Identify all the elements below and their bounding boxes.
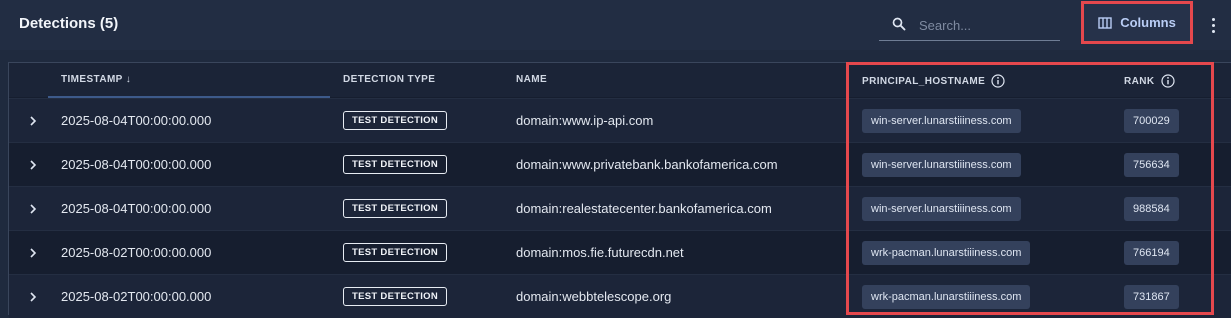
header-bar: Detections (5) Columns (0, 0, 1231, 50)
detection-type-badge: TEST DETECTION (343, 243, 448, 262)
chevron-right-icon[interactable] (28, 291, 38, 303)
rank-chip[interactable]: 766194 (1124, 241, 1179, 265)
chevron-right-icon[interactable] (28, 247, 38, 259)
more-options-icon[interactable] (1205, 14, 1221, 36)
column-header-principal-hostname[interactable]: PRINCIPAL_HOSTNAME (862, 74, 1005, 88)
rank-chip[interactable]: 756634 (1124, 153, 1179, 177)
table-row[interactable]: 2025-08-04T00:00:00.000 TEST DETECTION d… (9, 186, 1231, 230)
columns-icon (1098, 16, 1112, 29)
search-icon (892, 17, 906, 31)
column-header-rank[interactable]: RANK (1124, 74, 1175, 88)
hostname-chip[interactable]: win-server.lunarstiiiness.com (862, 197, 1021, 221)
chevron-right-icon[interactable] (28, 115, 38, 127)
hostname-chip[interactable]: win-server.lunarstiiiness.com (862, 109, 1021, 133)
timestamp-cell: 2025-08-04T00:00:00.000 (61, 113, 212, 128)
search-box[interactable] (879, 12, 1060, 41)
timestamp-cell: 2025-08-04T00:00:00.000 (61, 157, 212, 172)
name-cell: domain:www.privatebank.bankofamerica.com (516, 157, 778, 172)
timestamp-cell: 2025-08-02T00:00:00.000 (61, 245, 212, 260)
name-cell: domain:webbtelescope.org (516, 289, 672, 304)
detections-table: TIMESTAMP ↓ DETECTION TYPE NAME PRINCIPA… (8, 62, 1231, 318)
detection-type-badge: TEST DETECTION (343, 199, 448, 218)
table-row[interactable]: 2025-08-04T00:00:00.000 TEST DETECTION d… (9, 142, 1231, 186)
hostname-chip[interactable]: win-server.lunarstiiiness.com (862, 153, 1021, 177)
name-cell: domain:realestatecenter.bankofamerica.co… (516, 201, 772, 216)
search-input[interactable] (919, 16, 1054, 34)
table-row[interactable]: 2025-08-02T00:00:00.000 TEST DETECTION d… (9, 274, 1231, 318)
rank-chip[interactable]: 700029 (1124, 109, 1179, 133)
detection-type-badge: TEST DETECTION (343, 155, 448, 174)
page-title: Detections (5) (19, 15, 119, 32)
rank-chip[interactable]: 988584 (1124, 197, 1179, 221)
column-header-name[interactable]: NAME (516, 74, 547, 85)
hostname-chip[interactable]: wrk-pacman.lunarstiiiness.com (862, 241, 1031, 265)
hostname-chip[interactable]: wrk-pacman.lunarstiiiness.com (862, 285, 1031, 309)
info-icon[interactable] (1160, 74, 1175, 88)
column-header-timestamp[interactable]: TIMESTAMP ↓ (61, 74, 131, 85)
table-header: TIMESTAMP ↓ DETECTION TYPE NAME PRINCIPA… (9, 63, 1231, 98)
rank-chip[interactable]: 731867 (1124, 285, 1179, 309)
timestamp-cell: 2025-08-04T00:00:00.000 (61, 201, 212, 216)
chevron-right-icon[interactable] (28, 203, 38, 215)
table-row[interactable]: 2025-08-02T00:00:00.000 TEST DETECTION d… (9, 230, 1231, 274)
timestamp-cell: 2025-08-02T00:00:00.000 (61, 289, 212, 304)
detection-type-badge: TEST DETECTION (343, 111, 448, 130)
info-icon[interactable] (991, 74, 1005, 88)
columns-button[interactable]: Columns (1081, 1, 1193, 44)
columns-button-label: Columns (1120, 15, 1176, 30)
detection-type-badge: TEST DETECTION (343, 287, 448, 306)
column-header-detection-type[interactable]: DETECTION TYPE (343, 74, 435, 85)
name-cell: domain:mos.fie.futurecdn.net (516, 245, 684, 260)
table-row[interactable]: 2025-08-04T00:00:00.000 TEST DETECTION d… (9, 98, 1231, 142)
chevron-right-icon[interactable] (28, 159, 38, 171)
name-cell: domain:www.ip-api.com (516, 113, 654, 128)
